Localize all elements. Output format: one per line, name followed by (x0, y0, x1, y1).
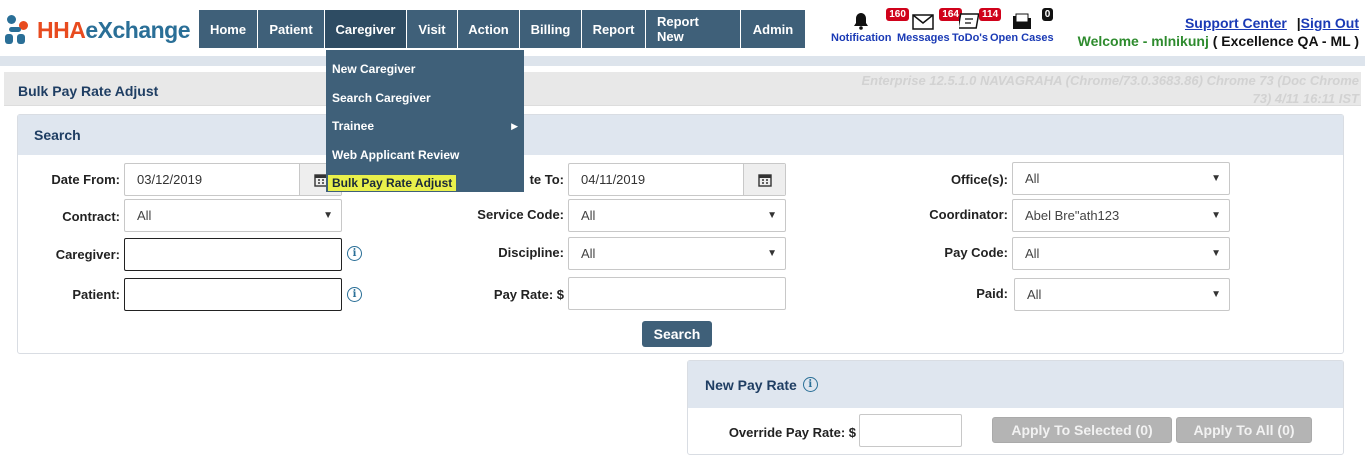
menu-item-bulk-pay-rate-adjust[interactable]: Bulk Pay Rate Adjust (326, 169, 524, 198)
paid-label: Paid: (976, 286, 1008, 301)
todos-label: ToDo's (952, 32, 989, 44)
new-pay-rate-info-icon[interactable]: i (802, 377, 818, 392)
welcome-text: Welcome - mlnikunj ( Excellence QA - ML … (1078, 33, 1359, 49)
menu-item-web-applicant-review[interactable]: Web Applicant Review (326, 141, 524, 170)
discipline-label: Discipline: (498, 245, 564, 260)
menu-item-search-caregiver[interactable]: Search Caregiver (326, 84, 524, 113)
chevron-down-icon: ▼ (1211, 173, 1221, 184)
notification-link[interactable]: 160 Notification (831, 8, 909, 44)
nav-action[interactable]: Action (458, 10, 520, 48)
discipline-select[interactable]: All ▼ (568, 237, 786, 270)
discipline-value: All (581, 246, 596, 261)
pay-rate-input[interactable] (568, 277, 786, 310)
paid-select[interactable]: All ▼ (1014, 278, 1230, 311)
todo-icon (959, 13, 980, 29)
pay-code-value: All (1025, 246, 1040, 261)
page-title: Bulk Pay Rate Adjust (18, 83, 159, 99)
search-button[interactable]: Search (642, 321, 712, 347)
caregiver-input[interactable] (124, 238, 342, 271)
open-cases-label: Open Cases (990, 32, 1054, 44)
chevron-down-icon: ▼ (767, 248, 777, 259)
nav-report[interactable]: Report (582, 10, 646, 48)
pay-rate-label: Pay Rate: $ (493, 287, 564, 302)
nav-patient[interactable]: Patient (258, 10, 325, 48)
bell-icon (854, 13, 869, 30)
search-panel: Search (17, 114, 1344, 354)
messages-label: Messages (897, 32, 950, 44)
nav-admin[interactable]: Admin (741, 10, 805, 48)
chevron-down-icon: ▼ (767, 210, 777, 221)
logo-text: HHAeXchange (37, 16, 190, 43)
chevron-down-icon: ▼ (1211, 289, 1221, 300)
nav-billing[interactable]: Billing (520, 10, 582, 48)
support-center-link[interactable]: Support Center (1185, 15, 1287, 31)
notification-label: Notification (831, 32, 892, 44)
contract-select[interactable]: All ▼ (124, 199, 342, 232)
main-nav: Home Patient Caregiver Visit Action Bill… (199, 10, 805, 48)
nav-home[interactable]: Home (199, 10, 258, 48)
date-from-value: 03/12/2019 (137, 172, 203, 187)
coordinator-select[interactable]: Abel Bre"ath123 ▼ (1012, 199, 1230, 232)
nav-visit[interactable]: Visit (407, 10, 458, 48)
date-to-calendar-button[interactable] (743, 164, 785, 195)
contract-value: All (137, 208, 152, 223)
open-cases-link[interactable]: 0 Open Cases (990, 8, 1054, 44)
version-line-1: Enterprise 12.5.1.0 NAVAGRAHA (Chrome/73… (861, 73, 1359, 88)
chevron-right-icon: ▶ (511, 120, 518, 131)
sign-out-link[interactable]: Sign Out (1301, 15, 1359, 31)
date-from-input[interactable]: 03/12/2019 (124, 163, 342, 196)
pay-code-select[interactable]: All ▼ (1012, 237, 1230, 270)
envelope-icon (912, 14, 935, 30)
calendar-icon (757, 173, 772, 187)
top-links: Support Center |Sign Out (1185, 15, 1359, 31)
date-to-value: 04/11/2019 (581, 172, 646, 187)
logo[interactable]: HHAeXchange (5, 13, 190, 47)
patient-label: Patient: (72, 287, 120, 302)
version-line-2: 73) 4/11 16:11 IST (1252, 91, 1359, 106)
version-info: Enterprise 12.5.1.0 NAVAGRAHA (Chrome/73… (819, 72, 1359, 108)
date-from-label: Date From: (51, 172, 120, 187)
patient-input[interactable] (124, 278, 342, 311)
apply-to-selected-button[interactable]: Apply To Selected (0) (992, 417, 1172, 443)
todos-link[interactable]: 114 ToDo's (952, 8, 1002, 44)
patient-info-icon[interactable]: i (347, 287, 362, 302)
top-bar: HHAeXchange Home Patient Caregiver Visit… (0, 0, 1365, 56)
menu-item-new-caregiver[interactable]: New Caregiver (326, 55, 524, 84)
welcome-account: ( Excellence QA - ML ) (1212, 33, 1359, 49)
caregiver-dropdown-menu: New Caregiver Search Caregiver Trainee ▶ … (326, 50, 524, 192)
open-cases-badge: 0 (1041, 8, 1054, 21)
offices-select[interactable]: All ▼ (1012, 162, 1230, 195)
menu-item-trainee[interactable]: Trainee ▶ (326, 112, 524, 141)
new-pay-rate-title: New Pay Rate (705, 376, 797, 393)
coordinator-label: Coordinator: (929, 207, 1008, 222)
logo-icon (5, 15, 31, 45)
service-code-select[interactable]: All ▼ (568, 199, 786, 232)
date-to-input[interactable]: 04/11/2019 (568, 163, 786, 196)
nav-report-new[interactable]: Report New (646, 10, 741, 48)
nav-caregiver[interactable]: Caregiver (325, 10, 407, 48)
service-code-label: Service Code: (477, 207, 564, 222)
chevron-down-icon: ▼ (1211, 248, 1221, 259)
caregiver-label: Caregiver: (55, 247, 120, 262)
apply-to-all-button[interactable]: Apply To All (0) (1176, 417, 1312, 443)
chevron-down-icon: ▼ (323, 210, 333, 221)
offices-label: Office(s): (950, 172, 1008, 187)
override-pay-rate-label: Override Pay Rate: $ (728, 425, 856, 440)
chevron-down-icon: ▼ (1211, 210, 1221, 221)
header-divider (0, 56, 1365, 66)
paid-value: All (1027, 287, 1042, 302)
pay-code-label: Pay Code: (944, 245, 1008, 260)
override-pay-rate-input[interactable] (859, 414, 962, 447)
folder-icon (1012, 13, 1031, 29)
new-pay-rate-header: New Pay Rate i (688, 361, 1343, 408)
coordinator-value: Abel Bre"ath123 (1025, 208, 1120, 223)
offices-value: All (1025, 171, 1040, 186)
service-code-value: All (581, 208, 596, 223)
contract-label: Contract: (62, 209, 120, 224)
welcome-user: Welcome - mlnikunj (1077, 33, 1209, 49)
caregiver-info-icon[interactable]: i (347, 246, 362, 261)
search-panel-title: Search (18, 115, 1343, 155)
messages-link[interactable]: 164 Messages (897, 8, 962, 44)
